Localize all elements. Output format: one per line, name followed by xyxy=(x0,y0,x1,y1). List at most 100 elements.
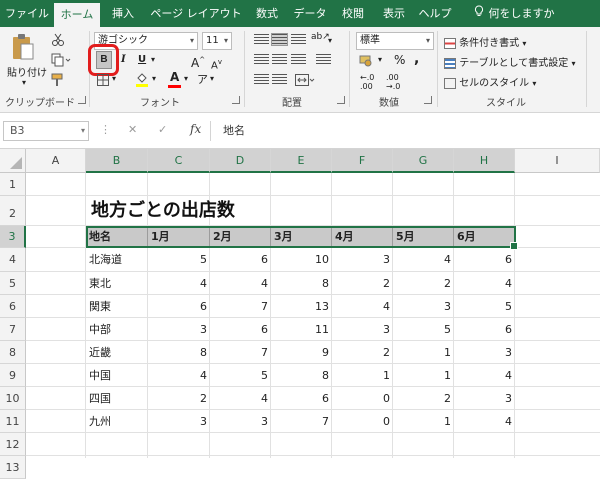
row-header-8[interactable]: 8 xyxy=(0,341,26,364)
align-center-icon[interactable] xyxy=(272,54,287,65)
value-cell[interactable]: 4 xyxy=(393,248,454,272)
value-cell[interactable]: 6 xyxy=(210,248,271,272)
column-header-i[interactable]: I xyxy=(515,149,600,173)
tab-formulas[interactable]: 数式 xyxy=(248,0,286,27)
region-name-cell[interactable]: 近畿 xyxy=(86,341,148,364)
header-cell[interactable]: 4月 xyxy=(332,226,393,248)
value-cell[interactable]: 7 xyxy=(210,295,271,318)
value-cell[interactable]: 5 xyxy=(210,364,271,387)
underline-button[interactable]: U xyxy=(138,54,146,65)
orientation-icon[interactable]: ab↗ xyxy=(311,32,330,42)
value-cell[interactable]: 0 xyxy=(332,387,393,410)
comma-style-button[interactable]: , xyxy=(414,51,419,67)
value-cell[interactable]: 7 xyxy=(210,341,271,364)
region-name-cell[interactable]: 四国 xyxy=(86,387,148,410)
decrease-indent-icon[interactable] xyxy=(254,74,269,85)
region-name-cell[interactable]: 中部 xyxy=(86,318,148,341)
align-middle-icon[interactable] xyxy=(271,33,288,46)
align-top-icon[interactable] xyxy=(254,34,269,45)
value-cell[interactable]: 4 xyxy=(148,272,210,295)
header-cell[interactable]: 3月 xyxy=(271,226,332,248)
increase-decimal-icon[interactable]: ←.0.00 xyxy=(360,73,374,91)
format-painter-icon[interactable] xyxy=(50,72,66,88)
column-header-e[interactable]: E xyxy=(271,149,332,173)
value-cell[interactable]: 4 xyxy=(210,272,271,295)
tab-review[interactable]: 校閲 xyxy=(334,0,372,27)
value-cell[interactable]: 6 xyxy=(210,318,271,341)
value-cell[interactable]: 3 xyxy=(332,248,393,272)
value-cell[interactable]: 3 xyxy=(454,387,515,410)
value-cell[interactable]: 2 xyxy=(148,387,210,410)
column-header-g[interactable]: G xyxy=(393,149,454,173)
value-cell[interactable]: 1 xyxy=(332,364,393,387)
region-name-cell[interactable]: 東北 xyxy=(86,272,148,295)
region-name-cell[interactable]: 中国 xyxy=(86,364,148,387)
row-header-13[interactable]: 13 xyxy=(0,456,26,479)
fill-color-icon[interactable] xyxy=(134,71,150,87)
formula-input[interactable]: 地名 xyxy=(210,121,598,141)
percent-style-button[interactable]: % xyxy=(394,53,405,67)
value-cell[interactable]: 1 xyxy=(393,364,454,387)
value-cell[interactable]: 8 xyxy=(148,341,210,364)
tab-page-layout[interactable]: ページ レイアウト xyxy=(148,0,244,27)
phonetic-guide-icon[interactable]: ア xyxy=(197,71,208,87)
tab-help[interactable]: ヘルプ xyxy=(416,0,454,27)
value-cell[interactable]: 4 xyxy=(332,295,393,318)
header-cell[interactable]: 地名 xyxy=(86,226,148,248)
tab-view[interactable]: 表示 xyxy=(376,0,412,27)
value-cell[interactable]: 3 xyxy=(148,410,210,433)
paste-dropdown-icon[interactable]: ▾ xyxy=(22,78,26,87)
name-box[interactable]: B3 ▾ xyxy=(3,121,89,141)
underline-dropdown-icon[interactable]: ▾ xyxy=(151,55,155,64)
fill-color-dropdown-icon[interactable]: ▾ xyxy=(152,74,156,83)
font-launcher-icon[interactable] xyxy=(232,96,240,104)
row-header-3[interactable]: 3 xyxy=(0,226,26,248)
header-cell[interactable]: 1月 xyxy=(148,226,210,248)
row-header-10[interactable]: 10 xyxy=(0,387,26,410)
value-cell[interactable]: 11 xyxy=(271,318,332,341)
row-header-2[interactable]: 2 xyxy=(0,196,26,226)
tab-file[interactable]: ファイル xyxy=(2,0,52,27)
header-cell[interactable]: 5月 xyxy=(393,226,454,248)
value-cell[interactable]: 0 xyxy=(332,410,393,433)
insert-function-button[interactable]: fx xyxy=(190,122,201,136)
font-color-button[interactable]: A xyxy=(170,70,179,84)
value-cell[interactable]: 3 xyxy=(454,341,515,364)
align-bottom-icon[interactable] xyxy=(291,34,306,45)
value-cell[interactable]: 2 xyxy=(332,272,393,295)
value-cell[interactable]: 6 xyxy=(271,387,332,410)
column-header-c[interactable]: C xyxy=(148,149,210,173)
decrease-decimal-icon[interactable]: .00 →.0 xyxy=(386,73,400,91)
accounting-dropdown-icon[interactable]: ▾ xyxy=(378,55,382,64)
value-cell[interactable]: 7 xyxy=(271,410,332,433)
value-cell[interactable]: 4 xyxy=(148,364,210,387)
value-cell[interactable]: 2 xyxy=(393,387,454,410)
value-cell[interactable]: 6 xyxy=(454,248,515,272)
row-header-4[interactable]: 4 xyxy=(0,248,26,272)
tab-home[interactable]: ホーム xyxy=(54,3,100,27)
paste-button[interactable] xyxy=(10,32,36,62)
clipboard-launcher-icon[interactable] xyxy=(78,96,86,104)
format-as-table-button[interactable]: テーブルとして書式設定 ▾ xyxy=(444,54,576,69)
column-header-b[interactable]: B xyxy=(86,149,148,173)
wrap-text-icon[interactable] xyxy=(316,54,331,65)
tab-data[interactable]: データ xyxy=(290,0,330,27)
value-cell[interactable]: 6 xyxy=(148,295,210,318)
confirm-entry-icon[interactable]: ✓ xyxy=(158,123,167,136)
header-cell[interactable]: 6月 xyxy=(454,226,515,248)
formula-bar-more-icon[interactable]: ⋮ xyxy=(100,123,111,136)
row-header-6[interactable]: 6 xyxy=(0,295,26,318)
row-header-1[interactable]: 1 xyxy=(0,173,26,196)
sheet-title[interactable]: 地方ごとの出店数 xyxy=(91,196,235,222)
row-header-5[interactable]: 5 xyxy=(0,272,26,295)
header-cell[interactable]: 2月 xyxy=(210,226,271,248)
merge-center-icon[interactable] xyxy=(294,73,316,87)
value-cell[interactable]: 13 xyxy=(271,295,332,318)
cell-styles-button[interactable]: セルのスタイル ▾ xyxy=(444,74,536,89)
value-cell[interactable]: 6 xyxy=(454,318,515,341)
font-size-select[interactable]: 11 ▾ xyxy=(202,32,232,50)
alignment-launcher-icon[interactable] xyxy=(337,96,345,104)
borders-dropdown-icon[interactable]: ▾ xyxy=(112,74,116,83)
value-cell[interactable]: 3 xyxy=(148,318,210,341)
number-launcher-icon[interactable] xyxy=(424,96,432,104)
